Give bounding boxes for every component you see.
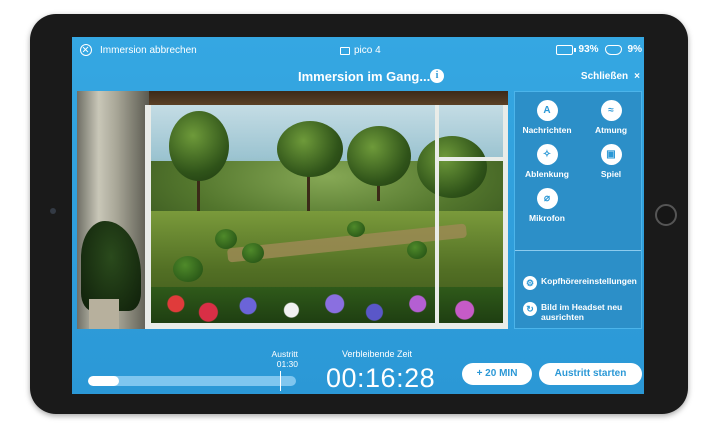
session-footer: Austritt 01:30 Verbleibende Zeit 00:16:2…	[72, 339, 644, 394]
tool-game[interactable]: ▣ Spiel	[579, 144, 643, 179]
tool-label: Spiel	[600, 169, 622, 179]
remaining-time: 00:16:28	[326, 363, 436, 393]
close-button[interactable]: Schließen ×	[581, 71, 640, 82]
breathing-icon: ≈	[600, 100, 622, 121]
microphone-muted-icon: ⌀	[536, 188, 558, 209]
cancel-immersion-button[interactable]: Immersion abbrechen	[80, 44, 197, 56]
headphones-settings-icon: ⚙	[523, 276, 537, 290]
exit-marker-label: Austritt 01:30	[271, 349, 298, 369]
battery-indicators: 93% 9%	[555, 44, 642, 55]
status-bar: Immersion abbrechen pico 4 93% 9%	[72, 37, 644, 65]
exit-marker	[280, 371, 281, 391]
divider	[515, 250, 641, 251]
progress-fill	[88, 376, 120, 386]
tool-label: Atmung	[594, 125, 628, 135]
title-bar: Immersion im Gang... i Schließen ×	[72, 67, 644, 89]
headset-battery-level: 9%	[627, 44, 642, 55]
cancel-immersion-label: Immersion abbrechen	[100, 44, 197, 56]
tool-label: Nachrichten	[522, 125, 572, 135]
recenter-icon: ↻	[523, 302, 537, 316]
setting-label: Kopfhörereinstellungen	[541, 276, 637, 286]
headphone-settings-button[interactable]: ⚙ Kopfhörereinstellungen	[523, 276, 637, 290]
tools-panel: A Nachrichten ≈ Atmung ✧ Ablenkung ▣ Spi…	[514, 91, 642, 329]
distraction-icon: ✧	[536, 144, 558, 165]
tool-distraction[interactable]: ✧ Ablenkung	[515, 144, 579, 179]
close-icon: ×	[634, 71, 640, 82]
page-title: Immersion im Gang...	[298, 69, 431, 84]
add-20-min-button[interactable]: + 20 MIN	[462, 363, 532, 385]
recenter-headset-button[interactable]: ↻ Bild im Headset neu ausrichten	[523, 302, 637, 322]
setting-label: Bild im Headset neu ausrichten	[541, 302, 623, 322]
headset-battery-icon	[604, 44, 622, 55]
tool-label: Mikrofon	[529, 213, 565, 223]
vr-preview-image	[77, 91, 508, 329]
app-screen: Immersion abbrechen pico 4 93% 9% Immers…	[72, 37, 644, 394]
start-exit-button[interactable]: Austritt starten	[539, 363, 642, 385]
tool-label: Ablenkung	[525, 169, 569, 179]
message-icon: A	[536, 100, 558, 121]
tool-breathing[interactable]: ≈ Atmung	[579, 100, 643, 135]
device-indicator: pico 4	[340, 45, 381, 56]
close-circle-icon	[80, 44, 92, 56]
info-icon[interactable]: i	[430, 69, 444, 83]
tablet-battery-level: 93%	[578, 44, 599, 55]
tool-messages[interactable]: A Nachrichten	[515, 100, 579, 135]
game-icon: ▣	[600, 144, 622, 165]
front-camera	[50, 208, 56, 214]
device-name: pico 4	[354, 45, 381, 56]
home-button[interactable]	[655, 204, 677, 226]
session-progress-bar	[88, 376, 296, 386]
tablet-battery-icon	[555, 44, 576, 55]
remaining-time-label: Verbleibende Zeit	[342, 349, 413, 359]
close-label: Schließen	[580, 71, 629, 82]
tool-microphone[interactable]: ⌀ Mikrofon	[515, 188, 579, 223]
cast-icon	[340, 46, 350, 55]
